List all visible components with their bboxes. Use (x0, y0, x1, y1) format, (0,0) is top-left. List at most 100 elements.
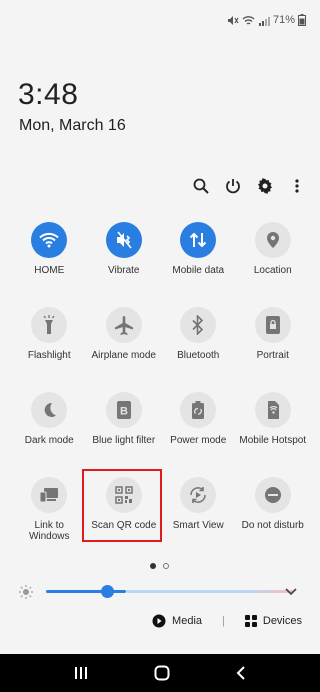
bluetooth-icon (192, 315, 204, 335)
brightness-track (126, 590, 294, 593)
tile-icon-bg (180, 307, 217, 343)
smart-view-icon (190, 487, 207, 503)
date: Mon, March 16 (19, 117, 126, 134)
tile-icon-bg (105, 477, 142, 513)
media-button[interactable]: Media (152, 614, 202, 628)
tile-label: Flashlight (27, 350, 71, 361)
tile-icon-bg (31, 222, 68, 258)
tile-icon-bg (254, 392, 291, 428)
wifi-status-icon (242, 15, 255, 25)
search-icon[interactable] (192, 176, 210, 196)
tile-icon-bg (31, 307, 68, 343)
tile-label: Do not disturb (241, 520, 304, 531)
tile-icon-bg (254, 307, 291, 343)
page-indicator (150, 563, 169, 569)
wifi-icon (39, 232, 59, 248)
tile-mobile-data[interactable]: Mobile data (161, 222, 236, 307)
tile-label: HOME (34, 265, 65, 276)
power-icon[interactable] (224, 176, 242, 196)
tile-airplane[interactable]: Airplane mode (87, 307, 162, 392)
page-dot[interactable] (163, 563, 169, 569)
tile-link-windows[interactable]: Link to Windows (12, 477, 87, 562)
brightness-track-filled (46, 590, 126, 593)
qr-code-icon (115, 486, 133, 504)
home-icon[interactable] (154, 665, 170, 681)
media-label: Media (172, 615, 203, 627)
tile-portrait[interactable]: Portrait (236, 307, 311, 392)
tile-dark-mode[interactable]: Dark mode (12, 392, 87, 477)
tile-icon-bg (180, 222, 217, 258)
devices-grid-icon (244, 615, 257, 627)
brightness-icon (19, 585, 33, 599)
tile-label: Blue light filter (92, 435, 156, 446)
portrait-lock-icon (265, 316, 280, 334)
moon-icon (44, 402, 57, 417)
link-windows-icon (39, 488, 59, 503)
devices-button[interactable]: Devices (244, 615, 302, 627)
tile-icon-bg (254, 222, 291, 258)
battery-percent: 71% (272, 14, 295, 26)
quick-settings-grid: HOME Vibrate Mobile data Location Flashl… (12, 222, 310, 562)
svg-text:B: B (120, 406, 128, 418)
location-icon (266, 232, 279, 248)
tile-icon-bg (180, 477, 217, 513)
tile-smart-view[interactable]: Smart View (161, 477, 236, 562)
vibrate-icon (116, 231, 132, 249)
media-devices-row: Media | Devices (152, 614, 302, 628)
tile-icon-bg (105, 307, 142, 343)
play-circle-icon (152, 614, 166, 628)
brightness-slider[interactable] (18, 582, 318, 602)
mute-icon (227, 15, 239, 25)
status-bar: 71% (0, 0, 320, 40)
tile-label: Link to Windows (28, 520, 70, 542)
tile-label: Location (253, 265, 292, 276)
tile-icon-bg: B (105, 392, 142, 428)
battery-icon (298, 14, 306, 26)
tile-label: Smart View (172, 520, 224, 531)
flashlight-icon (43, 315, 55, 334)
tile-blue-light[interactable]: B Blue light filter (87, 392, 162, 477)
hotspot-icon (267, 401, 279, 419)
chevron-down-icon[interactable] (284, 584, 298, 598)
tile-label: Portrait (256, 350, 289, 361)
power-mode-icon (192, 401, 205, 419)
tile-do-not-disturb[interactable]: Do not disturb (236, 477, 311, 562)
tile-label: Mobile Hotspot (239, 435, 307, 446)
tile-vibrate[interactable]: Vibrate (87, 222, 162, 307)
navigation-bar (0, 654, 320, 692)
brightness-thumb[interactable] (101, 585, 114, 598)
tile-flashlight[interactable]: Flashlight (12, 307, 87, 392)
separator: | (222, 615, 225, 627)
devices-label: Devices (262, 615, 302, 627)
recents-icon[interactable] (73, 666, 89, 680)
tile-label: Power mode (170, 435, 227, 446)
tile-label: Vibrate (107, 265, 140, 276)
more-vert-icon[interactable] (288, 176, 306, 196)
tile-hotspot[interactable]: Mobile Hotspot (236, 392, 311, 477)
tile-label: Mobile data (172, 265, 225, 276)
tile-icon-bg (105, 222, 142, 258)
tile-wifi[interactable]: HOME (12, 222, 87, 307)
tile-icon-bg (180, 392, 217, 428)
tile-power-mode[interactable]: Power mode (161, 392, 236, 477)
airplane-icon (114, 316, 133, 335)
signal-icon (258, 16, 270, 26)
mobile-data-icon (190, 232, 207, 248)
gear-icon[interactable] (256, 176, 274, 196)
tile-label: Scan QR code (91, 520, 157, 531)
tile-icon-bg (31, 477, 68, 513)
tile-icon-bg (31, 392, 68, 428)
dnd-icon (264, 487, 281, 503)
tile-icon-bg (254, 477, 291, 513)
quick-actions (192, 176, 306, 196)
tile-scan-qr[interactable]: Scan QR code (87, 477, 162, 562)
tile-bluetooth[interactable]: Bluetooth (161, 307, 236, 392)
tile-label: Dark mode (24, 435, 74, 446)
tile-label: Airplane mode (91, 350, 156, 361)
page-dot-active[interactable] (150, 563, 156, 569)
back-icon[interactable] (235, 665, 247, 681)
blue-light-icon: B (116, 401, 131, 419)
tile-location[interactable]: Location (236, 222, 311, 307)
clock: 3:48 (18, 78, 79, 111)
tile-label: Bluetooth (177, 350, 220, 361)
